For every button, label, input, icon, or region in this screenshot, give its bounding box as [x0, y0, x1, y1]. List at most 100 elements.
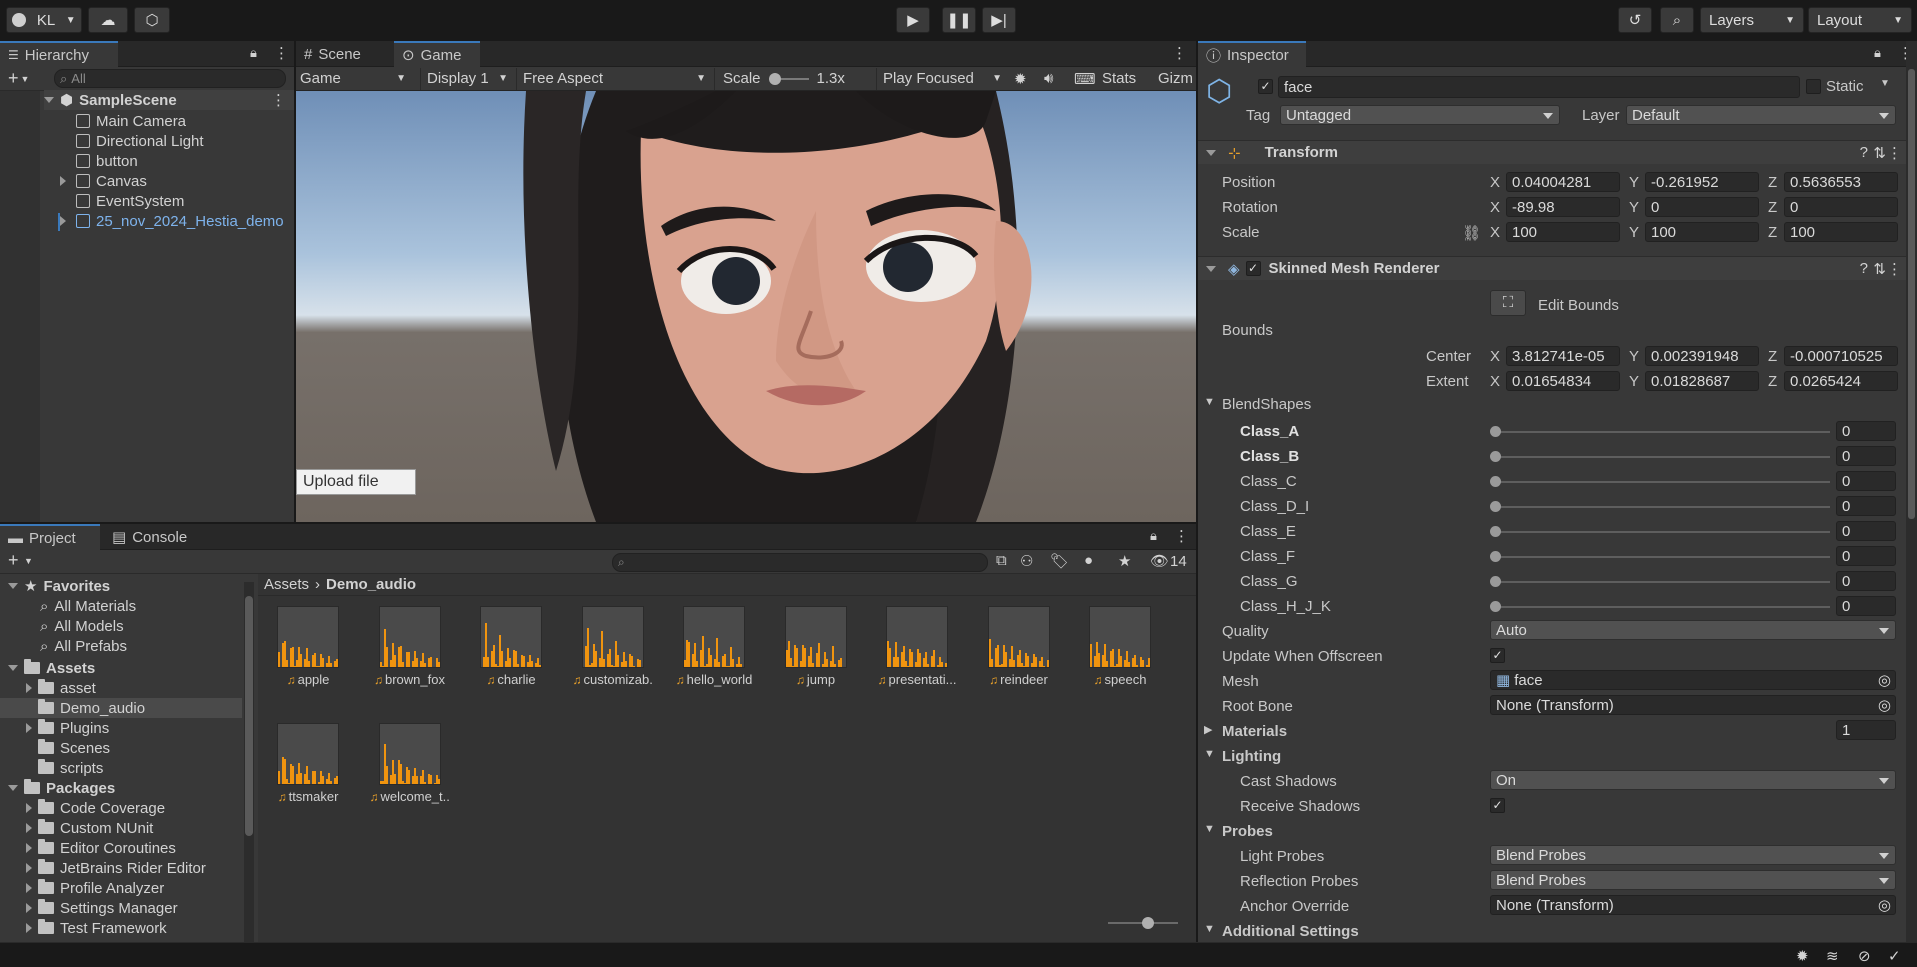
audio-asset[interactable]: ♫ charlie — [471, 606, 551, 687]
hierarchy-item[interactable]: button — [58, 151, 294, 171]
tab-project[interactable]: ▬ Project — [0, 524, 100, 550]
rotation-x-field[interactable]: -89.98 — [1506, 197, 1620, 217]
audio-asset[interactable]: ♫ hello_world — [674, 606, 754, 687]
expand-arrow-icon[interactable] — [26, 883, 32, 893]
tab-inspector[interactable]: ⓘ Inspector — [1198, 41, 1306, 67]
blendshape-slider[interactable] — [1494, 581, 1830, 583]
expand-arrow-icon[interactable] — [26, 823, 32, 833]
blendshape-value-field[interactable]: 0 — [1836, 496, 1896, 516]
blendshape-value-field[interactable]: 0 — [1836, 471, 1896, 491]
blendshape-slider-knob[interactable] — [1490, 551, 1501, 562]
hierarchy-item[interactable]: Canvas — [58, 171, 294, 191]
assets-header[interactable]: Assets — [0, 658, 242, 678]
audio-asset[interactable]: ♫ speech — [1080, 606, 1160, 687]
blendshape-slider-knob[interactable] — [1490, 576, 1501, 587]
gizmos-button[interactable]: Gizm — [1158, 70, 1196, 87]
hierarchy-item[interactable]: Directional Light — [58, 131, 294, 151]
auto-generate-off-icon[interactable]: ⊘ — [1858, 947, 1871, 965]
expand-arrow-icon[interactable] — [8, 665, 18, 671]
expand-arrow-icon[interactable] — [60, 176, 66, 186]
blendshape-slider-knob[interactable] — [1490, 501, 1501, 512]
scale-z-field[interactable]: 100 — [1784, 222, 1898, 242]
folder-item[interactable]: Scenes — [0, 738, 242, 758]
blendshape-slider[interactable] — [1494, 606, 1830, 608]
audio-asset[interactable]: ♫ ttsmaker — [268, 723, 348, 804]
expand-arrow-icon[interactable]: ▼ — [1204, 923, 1215, 935]
breadcrumb-assets[interactable]: Assets — [264, 576, 309, 593]
tab-console[interactable]: ▤ Console — [104, 524, 204, 550]
audio-asset[interactable]: ♫ presentati... — [877, 606, 957, 687]
scale-x-field[interactable]: 100 — [1506, 222, 1620, 242]
tab-scene[interactable]: # Scene — [296, 41, 394, 67]
blendshape-slider-knob[interactable] — [1490, 601, 1501, 612]
display-dropdown[interactable]: Display 1 ▼ — [420, 67, 514, 90]
chevron-down-icon[interactable]: ▼ — [21, 74, 30, 84]
play-mode-dropdown[interactable]: Play Focused ▼ — [876, 67, 1008, 90]
expand-arrow-icon[interactable] — [26, 683, 32, 693]
project-search-input[interactable]: ⌕ — [612, 553, 988, 572]
light-probes-dropdown[interactable]: Blend Probes — [1490, 845, 1896, 865]
packages-header[interactable]: Packages — [0, 778, 242, 798]
blendshape-slider[interactable] — [1494, 481, 1830, 483]
audio-asset[interactable]: ♫ customizab... — [573, 606, 653, 687]
stats-button[interactable]: Stats — [1102, 70, 1136, 87]
warning-icon[interactable]: ● — [1084, 552, 1093, 569]
expand-arrow-icon[interactable] — [8, 785, 18, 791]
mesh-field[interactable]: ▦ face ◎ — [1490, 670, 1896, 690]
cache-icon[interactable]: ≋ — [1826, 947, 1839, 965]
more-menu-icon[interactable]: ⋮ — [1174, 527, 1189, 545]
lock-icon[interactable]: 🔒︎ — [1874, 45, 1881, 61]
expand-arrow-icon[interactable] — [26, 723, 32, 733]
blendshape-value-field[interactable]: 0 — [1836, 446, 1896, 466]
folder-item[interactable]: Plugins — [0, 718, 242, 738]
center-x-field[interactable]: 3.812741e-05 — [1506, 346, 1620, 366]
rotation-z-field[interactable]: 0 — [1784, 197, 1898, 217]
rotation-y-field[interactable]: 0 — [1645, 197, 1759, 217]
favorites-header[interactable]: ★ Favorites — [0, 576, 242, 596]
more-menu-icon[interactable]: ⋮ — [271, 91, 286, 109]
hierarchy-item[interactable]: 25_nov_2024_Hestia_demo — [58, 211, 294, 231]
blendshape-slider-knob[interactable] — [1490, 476, 1501, 487]
expand-arrow-icon[interactable] — [44, 97, 54, 103]
object-picker-icon[interactable]: ◎ — [1878, 696, 1891, 714]
blendshape-value-field[interactable]: 0 — [1836, 596, 1896, 616]
audio-asset[interactable]: ♫ reindeer — [979, 606, 1059, 687]
expand-arrow-icon[interactable] — [26, 803, 32, 813]
folder-item[interactable]: scripts — [0, 758, 242, 778]
expand-arrow-icon[interactable] — [26, 903, 32, 913]
scale-y-field[interactable]: 100 — [1645, 222, 1759, 242]
hidden-packages-icon[interactable]: 👁︎ — [1150, 552, 1169, 570]
expand-arrow-icon[interactable] — [26, 923, 32, 933]
favorite-item[interactable]: ⌕ All Models — [0, 616, 242, 636]
hierarchy-search-input[interactable]: ⌕ All — [54, 69, 286, 88]
play-button[interactable]: ▶ — [896, 7, 930, 33]
lock-icon[interactable]: 🔒︎ — [250, 45, 257, 61]
blendshape-value-field[interactable]: 0 — [1836, 421, 1896, 441]
audio-asset[interactable]: ♫ apple — [268, 606, 348, 687]
add-icon[interactable]: + — [8, 68, 19, 89]
blendshape-slider[interactable] — [1494, 456, 1830, 458]
thumbnail-size-slider[interactable] — [1108, 916, 1178, 930]
link-icon[interactable]: ⛓ — [1462, 224, 1481, 242]
package-item[interactable]: Profile Analyzer — [0, 878, 242, 898]
bug-icon[interactable]: ✹ — [1014, 70, 1027, 88]
blendshape-slider-knob[interactable] — [1490, 526, 1501, 537]
more-menu-icon[interactable]: ⋮ — [274, 44, 289, 62]
blendshape-value-field[interactable]: 0 — [1836, 521, 1896, 541]
game-render[interactable]: Upload file — [296, 91, 1196, 522]
inspector-scrollbar[interactable] — [1906, 41, 1917, 942]
step-button[interactable]: ▶| — [982, 7, 1016, 33]
edit-bounds-button[interactable]: ⛶ — [1490, 290, 1526, 316]
blendshape-value-field[interactable]: 0 — [1836, 546, 1896, 566]
pause-button[interactable]: ❚❚ — [942, 7, 976, 33]
object-picker-icon[interactable]: ◎ — [1878, 671, 1891, 689]
history-button[interactable]: ↺ — [1618, 7, 1652, 33]
check-icon[interactable]: ✓ — [1888, 947, 1901, 965]
hierarchy-item[interactable]: EventSystem — [58, 191, 294, 211]
expand-arrow-icon[interactable] — [8, 583, 18, 589]
folder-item[interactable]: asset — [0, 678, 242, 698]
expand-arrow-icon[interactable] — [60, 216, 66, 226]
game-dropdown[interactable]: Game ▼ — [300, 68, 412, 90]
save-search-icon[interactable]: ⧉ — [996, 552, 1007, 569]
cloud-button[interactable]: ☁ — [88, 7, 128, 33]
